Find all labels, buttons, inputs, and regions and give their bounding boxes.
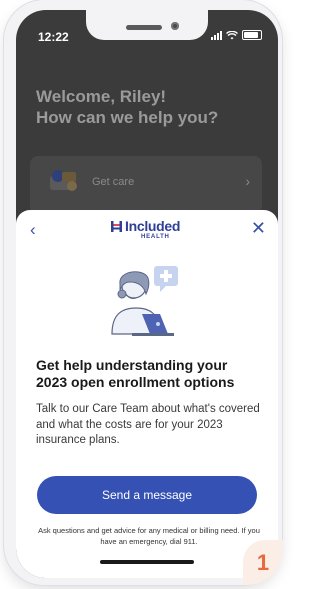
phone-screen: 12:22 Welcome, Riley! How can we help yo…: [16, 10, 278, 578]
home-indicator[interactable]: [100, 560, 194, 564]
send-message-button[interactable]: Send a message: [37, 476, 257, 514]
care-team-illustration: [111, 266, 178, 336]
welcome-line-1: Welcome, Riley!: [36, 87, 167, 106]
logo-text: Included: [125, 218, 181, 234]
help-bottom-sheet: ‹ Included HEALTH ✕ Get help understandi…: [16, 210, 278, 578]
logo-subtext: HEALTH: [141, 234, 170, 240]
back-button[interactable]: ‹: [30, 220, 36, 240]
logo-mark-icon: [111, 221, 122, 232]
step-number-badge: 1: [243, 540, 283, 585]
phone-frame: 12:22 Welcome, Riley! How can we help yo…: [4, 0, 282, 585]
care-kit-icon: [50, 170, 77, 191]
sheet-headline: Get help understanding your 2023 open en…: [36, 357, 235, 390]
get-care-label: Get care: [92, 176, 135, 188]
signal-icon: [211, 30, 222, 40]
get-care-card[interactable]: Get care ›: [30, 156, 262, 214]
included-health-logo: Included HEALTH: [111, 218, 191, 242]
camera-icon: [171, 22, 179, 30]
status-time: 12:22: [38, 30, 69, 44]
sheet-footnote: Ask questions and get advice for any med…: [38, 526, 260, 546]
phone-notch: [86, 10, 208, 40]
status-icons: [211, 30, 262, 40]
wifi-icon: [226, 30, 238, 39]
sheet-body-text: Talk to our Care Team about what's cover…: [36, 403, 260, 446]
chevron-right-icon: ›: [245, 173, 250, 189]
close-button[interactable]: ✕: [251, 218, 266, 239]
battery-icon: [242, 30, 262, 40]
welcome-heading: Welcome, Riley! How can we help you?: [36, 86, 218, 128]
welcome-line-2: How can we help you?: [36, 108, 219, 127]
speaker-grille: [126, 25, 162, 30]
